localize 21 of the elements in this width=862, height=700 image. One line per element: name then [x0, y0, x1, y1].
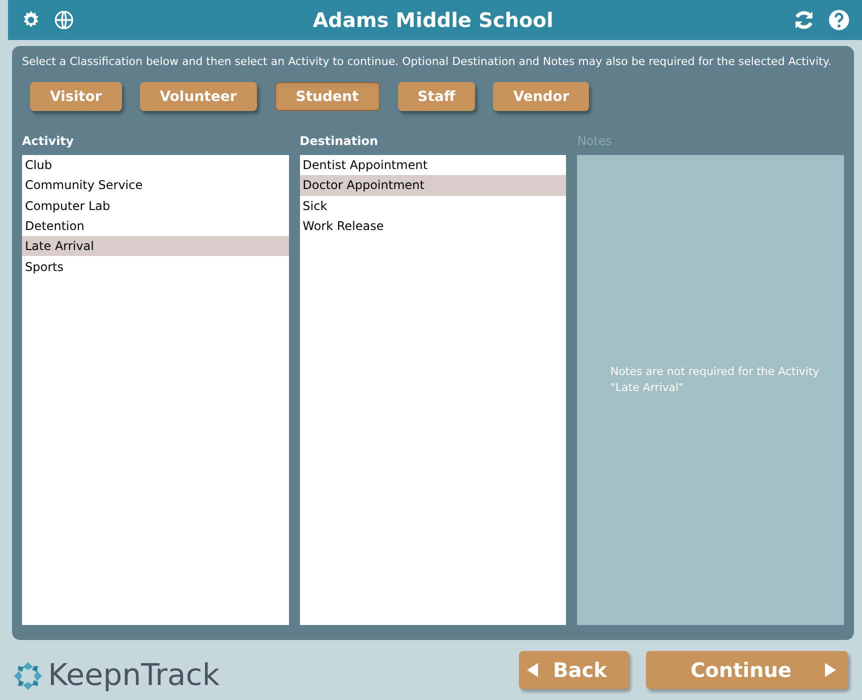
list-item[interactable]: Dentist Appointment — [300, 155, 566, 176]
help-icon[interactable] — [828, 9, 850, 31]
list-item[interactable]: Club — [22, 155, 289, 176]
globe-icon[interactable] — [54, 10, 74, 30]
list-item[interactable]: Computer Lab — [22, 196, 289, 216]
left-arrow-icon — [527, 663, 539, 677]
list-item[interactable]: Late Arrival — [22, 236, 289, 256]
logo-icon — [12, 660, 44, 692]
instructions-text: Select a Classification below and then select an Activity to continue. Optional Destination and Notes may also be required for the selected Activity. — [22, 54, 832, 69]
list-item[interactable]: Sick — [300, 196, 566, 216]
school-title: Adams Middle School — [312, 7, 554, 34]
list-item[interactable]: Sports — [22, 256, 289, 277]
notes-message: Notes are not required for the Activity "Late Arrival" — [610, 364, 820, 396]
right-arrow-icon — [824, 663, 836, 677]
list-item[interactable]: Detention — [22, 216, 289, 236]
column-heading: Destination — [300, 133, 380, 150]
list-item[interactable]: Community Service — [22, 175, 289, 196]
column-heading: Activity — [22, 133, 75, 150]
logo-text: KeepnTrack — [48, 661, 220, 691]
list-item[interactable]: Doctor Appointment — [300, 175, 566, 196]
list-item[interactable]: Work Release — [300, 216, 566, 236]
